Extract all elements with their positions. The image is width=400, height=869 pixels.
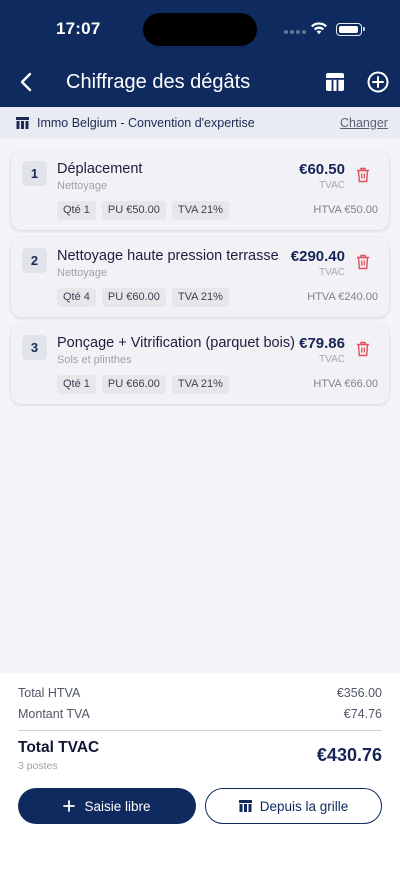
damage-item-card[interactable]: 1 Déplacement Nettoyage €60.50 TVAC Qté …: [11, 150, 389, 230]
trash-icon[interactable]: [356, 341, 370, 357]
total-htva-row: Total HTVA €356.00: [18, 686, 382, 700]
status-time: 17:07: [56, 19, 101, 38]
battery-icon: [336, 23, 365, 36]
total-htva-value: €356.00: [336, 686, 382, 700]
vat-chip: TVA 21%: [171, 375, 229, 394]
trash-icon[interactable]: [356, 254, 370, 270]
total-tvac-value: €430.76: [316, 745, 382, 765]
from-grid-button[interactable]: Depuis la grille: [205, 788, 382, 824]
item-amount-note: TVAC: [319, 354, 345, 365]
free-entry-button[interactable]: Saisie libre: [18, 788, 196, 824]
unit-price-chip: PU €60.00: [101, 288, 166, 307]
total-tvac-label: Total TVAC: [18, 739, 100, 756]
table-icon: [238, 800, 252, 812]
quantity-chip: Qté 1: [57, 201, 96, 220]
item-htva: HTVA €240.00: [307, 291, 378, 303]
item-count: 3 postes: [18, 760, 58, 772]
item-amount-note: TVAC: [319, 267, 345, 278]
item-number: 3: [22, 335, 47, 360]
unit-price-chip: PU €50.00: [101, 201, 166, 220]
quantity-chip: Qté 4: [57, 288, 96, 307]
unit-price-chip: PU €66.00: [101, 375, 166, 394]
item-title: Nettoyage haute pression terrasse: [57, 248, 279, 264]
item-amount: €60.50: [299, 161, 345, 178]
signal-icon: [284, 30, 306, 34]
quantity-chip: Qté 1: [57, 375, 96, 394]
item-title: Ponçage + Vitrification (parquet bois): [57, 335, 295, 351]
vat-amount-label: Montant TVA: [18, 707, 90, 721]
total-htva-label: Total HTVA: [18, 686, 81, 700]
plus-circle-icon[interactable]: [366, 70, 390, 94]
item-category: Sols et plinthes: [57, 354, 132, 366]
free-entry-label: Saisie libre: [84, 798, 151, 814]
back-button[interactable]: [14, 68, 38, 96]
vat-amount-row: Montant TVA €74.76: [18, 707, 382, 721]
page-title: Chiffrage des dégâts: [66, 71, 251, 93]
convention-label: Immo Belgium - Convention d'expertise: [37, 116, 255, 130]
item-htva: HTVA €50.00: [313, 204, 378, 216]
item-category: Nettoyage: [57, 180, 108, 192]
table-grid-icon[interactable]: [324, 71, 346, 93]
item-amount-note: TVAC: [319, 180, 345, 191]
damage-item-card[interactable]: 2 Nettoyage haute pression terrasse Nett…: [11, 237, 389, 317]
vat-amount-value: €74.76: [343, 707, 382, 721]
dynamic-island: [143, 13, 257, 46]
item-category: Nettoyage: [57, 267, 108, 279]
from-grid-label: Depuis la grille: [259, 798, 349, 814]
item-amount: €79.86: [299, 335, 345, 352]
item-title: Déplacement: [57, 161, 143, 177]
item-number: 2: [22, 248, 47, 273]
item-htva: HTVA €66.00: [313, 378, 378, 390]
app-header: 17:07 Chiffrage des dégâts: [0, 0, 400, 107]
summary-footer: Total HTVA €356.00 Montant TVA €74.76 To…: [0, 673, 400, 869]
table-icon: [16, 117, 29, 129]
wifi-icon: [311, 22, 327, 35]
divider: [18, 730, 382, 731]
change-convention-link[interactable]: Changer: [340, 116, 388, 130]
convention-bar: Immo Belgium - Convention d'expertise Ch…: [0, 107, 400, 139]
item-amount: €290.40: [290, 248, 345, 265]
item-number: 1: [22, 161, 47, 186]
trash-icon[interactable]: [356, 167, 370, 183]
vat-chip: TVA 21%: [171, 288, 229, 307]
plus-icon: [63, 800, 76, 812]
vat-chip: TVA 21%: [171, 201, 229, 220]
damage-item-card[interactable]: 3 Ponçage + Vitrification (parquet bois)…: [11, 324, 389, 404]
